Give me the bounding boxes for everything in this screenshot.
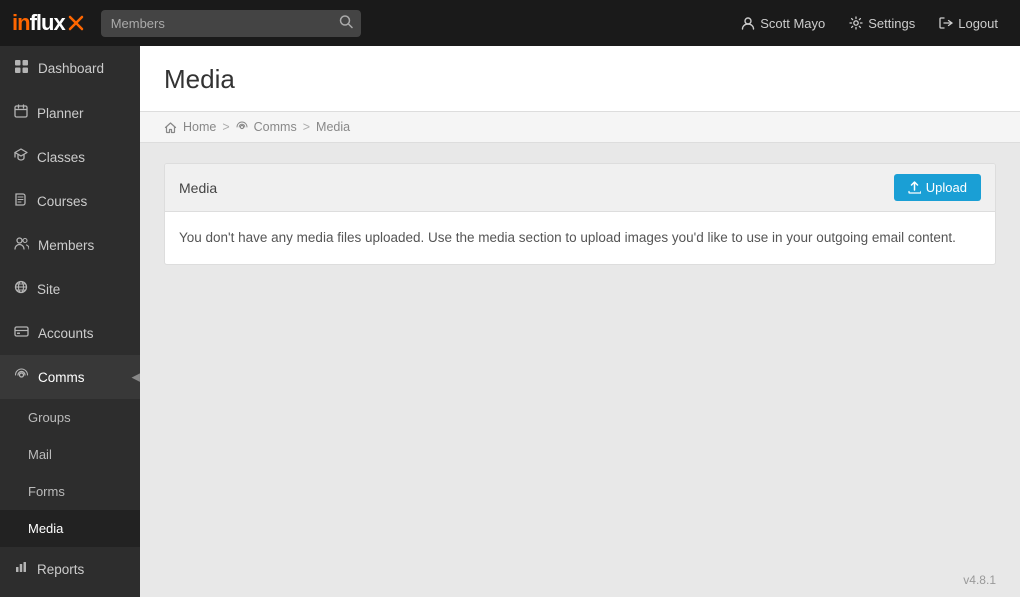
logout-button[interactable]: Logout: [929, 10, 1008, 37]
sidebar-sub-label-forms: Forms: [28, 484, 65, 499]
sidebar-item-planner[interactable]: Planner: [0, 91, 140, 135]
logout-label: Logout: [958, 16, 998, 31]
nav-right: Scott Mayo Settings Logout: [731, 10, 1008, 37]
media-card-header: Media Upload: [165, 164, 995, 212]
classes-svg: [14, 148, 28, 162]
media-card-title: Media: [179, 180, 217, 196]
courses-svg: [14, 192, 28, 206]
sidebar-sub-label-groups: Groups: [28, 410, 71, 425]
site-icon: [14, 280, 28, 298]
members-icon: [14, 236, 29, 254]
dashboard-svg: [14, 59, 29, 74]
search-wrap: [101, 10, 361, 37]
reports-icon: [14, 560, 28, 578]
sidebar-item-comms[interactable]: Comms ◀: [0, 355, 140, 399]
sidebar-item-members[interactable]: Members: [0, 223, 140, 267]
sidebar-sub-label-mail: Mail: [28, 447, 52, 462]
comms-svg: [14, 368, 29, 382]
settings-button[interactable]: Settings: [839, 10, 925, 37]
media-card-body: You don't have any media files uploaded.…: [165, 212, 995, 264]
comms-icon: [14, 368, 29, 386]
sidebar-label-planner: Planner: [37, 106, 84, 121]
search-button[interactable]: [339, 15, 353, 32]
reports-svg: [14, 560, 28, 574]
settings-label: Settings: [868, 16, 915, 31]
sidebar-label-courses: Courses: [37, 194, 87, 209]
sidebar-item-accounts[interactable]: Accounts: [0, 311, 140, 355]
media-empty-message: You don't have any media files uploaded.…: [179, 228, 981, 248]
sidebar-label-classes: Classes: [37, 150, 85, 165]
breadcrumb: Home > Comms > Media: [140, 112, 1020, 143]
sidebar-label-site: Site: [37, 282, 60, 297]
sidebar-sub-label-media: Media: [28, 521, 63, 536]
search-icon: [339, 15, 353, 29]
sidebar-sub-item-mail[interactable]: Mail: [0, 436, 140, 473]
upload-button[interactable]: Upload: [894, 174, 981, 201]
sidebar-item-classes[interactable]: Classes: [0, 135, 140, 179]
sidebar-label-reports: Reports: [37, 562, 84, 577]
logo-cross-icon: [67, 14, 85, 32]
comms-arrow-icon: ◀: [132, 371, 140, 384]
accounts-svg: [14, 324, 29, 338]
user-button[interactable]: Scott Mayo: [731, 10, 835, 37]
sidebar-sub-item-media[interactable]: Media: [0, 510, 140, 547]
page-title: Media: [164, 64, 996, 95]
breadcrumb-sep-2: >: [303, 120, 310, 134]
user-icon: [741, 16, 755, 30]
members-svg: [14, 236, 29, 250]
sidebar-sub-item-groups[interactable]: Groups: [0, 399, 140, 436]
dashboard-icon: [14, 59, 29, 78]
top-nav: influx Scott Mayo: [0, 0, 1020, 46]
user-label: Scott Mayo: [760, 16, 825, 31]
classes-icon: [14, 148, 28, 166]
logo: influx: [12, 10, 85, 36]
settings-icon: [849, 16, 863, 30]
breadcrumb-home[interactable]: Home: [183, 120, 216, 134]
breadcrumb-sep-1: >: [222, 120, 229, 134]
sidebar-item-dashboard[interactable]: Dashboard: [0, 46, 140, 91]
upload-icon: [908, 181, 921, 194]
logo-wordmark: flux: [30, 10, 65, 35]
sidebar-label-dashboard: Dashboard: [38, 61, 104, 76]
sidebar: Dashboard Planner Classes: [0, 46, 140, 597]
sidebar-label-members: Members: [38, 238, 94, 253]
planner-icon: [14, 104, 28, 122]
logo-text: influx: [12, 10, 65, 36]
sidebar-item-courses[interactable]: Courses: [0, 179, 140, 223]
sidebar-label-accounts: Accounts: [38, 326, 94, 341]
site-svg: [14, 280, 28, 294]
accounts-icon: [14, 324, 29, 342]
sidebar-sub-item-forms[interactable]: Forms: [0, 473, 140, 510]
media-card: Media Upload You don't have any media fi…: [164, 163, 996, 265]
logo-icon: in: [12, 10, 30, 35]
version-label: v4.8.1: [140, 563, 1020, 597]
courses-icon: [14, 192, 28, 210]
main-content: Media Upload You don't have any media fi…: [140, 143, 1020, 563]
sidebar-label-comms: Comms: [38, 370, 85, 385]
page-header: Media: [140, 46, 1020, 112]
sidebar-item-reports[interactable]: Reports: [0, 547, 140, 591]
breadcrumb-comms-icon: [236, 121, 248, 133]
home-icon: [164, 121, 177, 134]
breadcrumb-comms[interactable]: Comms: [254, 120, 297, 134]
upload-label: Upload: [926, 180, 967, 195]
main-content-area: Media Home > Comms > Media Media: [140, 46, 1020, 597]
breadcrumb-current: Media: [316, 120, 350, 134]
search-input[interactable]: [101, 10, 361, 37]
sidebar-item-site[interactable]: Site: [0, 267, 140, 311]
layout: Dashboard Planner Classes: [0, 46, 1020, 597]
logout-icon: [939, 16, 953, 30]
planner-svg: [14, 104, 28, 118]
